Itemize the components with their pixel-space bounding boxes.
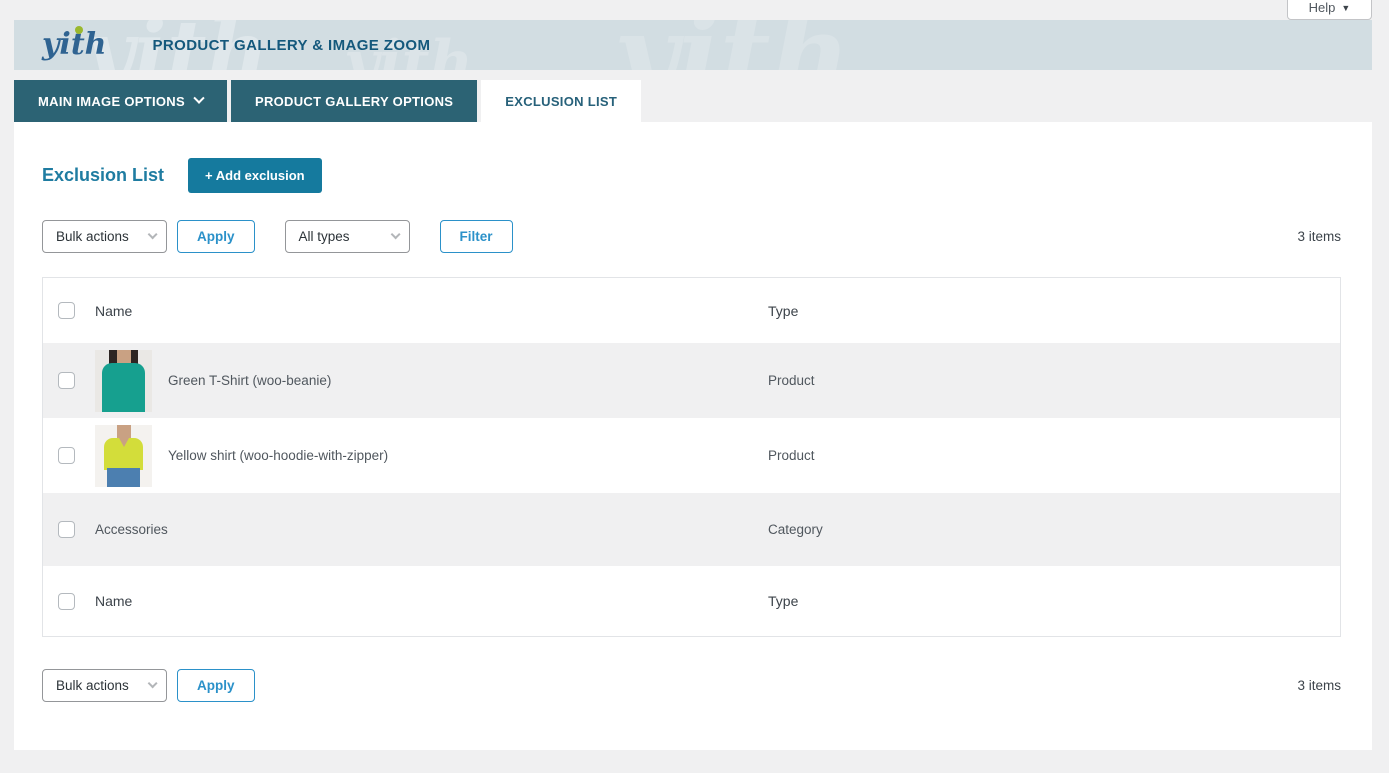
select-all-checkbox[interactable] bbox=[58, 302, 75, 319]
type-filter-select[interactable]: All types bbox=[285, 220, 410, 253]
bulk-actions-value: Bulk actions bbox=[56, 678, 129, 693]
bulk-actions-value: Bulk actions bbox=[56, 229, 129, 244]
table-footer-row: Name Type bbox=[43, 566, 1340, 636]
row-name: Green T-Shirt (woo-beanie) bbox=[168, 373, 331, 388]
exclusion-table: Name Type Green T-Shirt (woo-beanie) Pro… bbox=[42, 277, 1341, 637]
tab-exclusion-list[interactable]: EXCLUSION LIST bbox=[481, 80, 641, 122]
chevron-down-icon: ▼ bbox=[1341, 1, 1350, 15]
bottom-toolbar: Bulk actions Apply 3 items bbox=[42, 669, 1341, 702]
column-header-type: Type bbox=[768, 303, 1340, 319]
row-checkbox[interactable] bbox=[58, 521, 75, 538]
table-row: Yellow shirt (woo-hoodie-with-zipper) Pr… bbox=[43, 418, 1340, 493]
tab-bar: MAIN IMAGE OPTIONS PRODUCT GALLERY OPTIO… bbox=[14, 80, 641, 122]
table-row: Green T-Shirt (woo-beanie) Product bbox=[43, 343, 1340, 418]
page-title: PRODUCT GALLERY & IMAGE ZOOM bbox=[153, 37, 431, 54]
product-thumbnail-yellow-shirt bbox=[95, 425, 152, 487]
chevron-down-icon bbox=[148, 229, 158, 239]
top-toolbar: Bulk actions Apply All types Filter 3 it… bbox=[42, 220, 1341, 253]
tab-label: EXCLUSION LIST bbox=[505, 94, 617, 109]
apply-button[interactable]: Apply bbox=[177, 220, 255, 253]
product-thumbnail-green-tshirt bbox=[95, 350, 152, 412]
filter-button[interactable]: Filter bbox=[440, 220, 513, 253]
row-type: Category bbox=[768, 522, 1340, 537]
bulk-actions-select-bottom[interactable]: Bulk actions bbox=[42, 669, 167, 702]
logo-green-dot bbox=[75, 26, 83, 34]
chevron-down-icon bbox=[193, 93, 204, 104]
row-name: Accessories bbox=[95, 522, 168, 537]
items-count: 3 items bbox=[1297, 229, 1341, 244]
row-checkbox[interactable] bbox=[58, 372, 75, 389]
row-checkbox[interactable] bbox=[58, 447, 75, 464]
column-footer-name: Name bbox=[95, 593, 768, 609]
watermark-logo: yith bbox=[614, 20, 851, 70]
yith-logo-text: yith bbox=[42, 27, 107, 62]
items-count: 3 items bbox=[1297, 678, 1341, 693]
plugin-header: yith yith yith yith PRODUCT GALLERY & IM… bbox=[14, 20, 1372, 70]
yith-logo: yith bbox=[42, 30, 107, 60]
chevron-down-icon bbox=[148, 678, 158, 688]
exclusion-list-panel: Exclusion List + Add exclusion Bulk acti… bbox=[14, 122, 1372, 750]
table-row: Accessories Category bbox=[43, 493, 1340, 566]
tab-label: MAIN IMAGE OPTIONS bbox=[38, 94, 185, 109]
add-exclusion-button[interactable]: + Add exclusion bbox=[188, 158, 322, 193]
help-button[interactable]: Help ▼ bbox=[1287, 0, 1372, 20]
panel-heading: Exclusion List bbox=[42, 165, 164, 186]
help-button-label: Help bbox=[1309, 0, 1336, 15]
column-footer-type: Type bbox=[768, 593, 1340, 609]
row-type: Product bbox=[768, 373, 1340, 388]
column-header-name: Name bbox=[95, 303, 768, 319]
row-type: Product bbox=[768, 448, 1340, 463]
chevron-down-icon bbox=[390, 229, 400, 239]
select-all-checkbox[interactable] bbox=[58, 593, 75, 610]
tab-product-gallery-options[interactable]: PRODUCT GALLERY OPTIONS bbox=[231, 80, 477, 122]
tab-label: PRODUCT GALLERY OPTIONS bbox=[255, 94, 453, 109]
row-name: Yellow shirt (woo-hoodie-with-zipper) bbox=[168, 448, 388, 463]
table-header-row: Name Type bbox=[43, 278, 1340, 343]
type-filter-value: All types bbox=[299, 229, 350, 244]
apply-button-bottom[interactable]: Apply bbox=[177, 669, 255, 702]
bulk-actions-select[interactable]: Bulk actions bbox=[42, 220, 167, 253]
tab-main-image-options[interactable]: MAIN IMAGE OPTIONS bbox=[14, 80, 227, 122]
